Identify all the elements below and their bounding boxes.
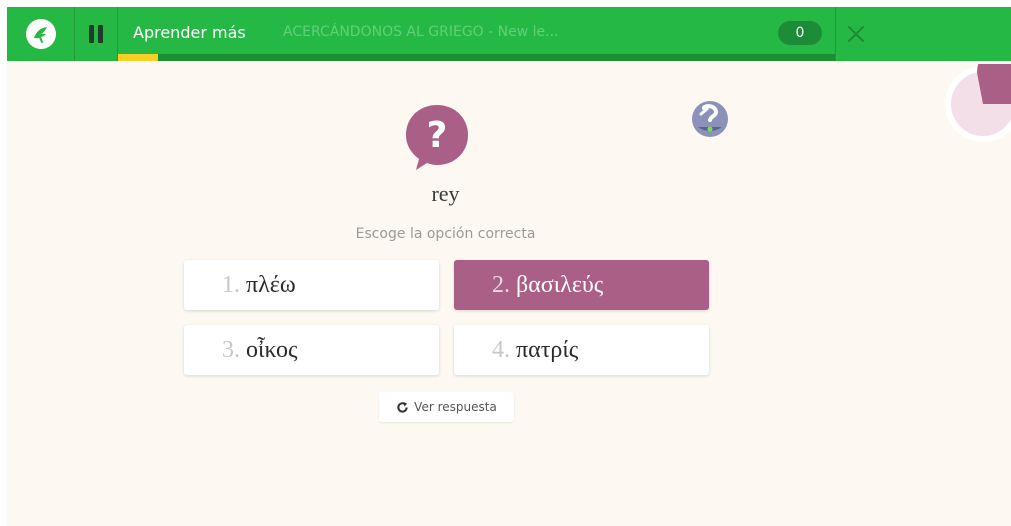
memrise-logo-icon [25, 19, 56, 49]
home-button[interactable] [7, 7, 75, 61]
score-badge: 0 [778, 21, 822, 45]
course-title: ACERCÁNDONOS AL GRIEGO - New le... [283, 24, 559, 40]
option-number: 1. [222, 271, 240, 298]
refresh-icon [397, 401, 408, 413]
prompt-word: rey [431, 181, 460, 206]
option-text: πλέω [246, 271, 296, 298]
pause-button[interactable] [75, 7, 118, 61]
progress-fill [118, 54, 159, 61]
instruction-text: Escoge la opción correcta [355, 226, 536, 242]
question-bubble-icon: ? [406, 105, 468, 170]
option-text: οἶκος [246, 336, 298, 363]
session-progress-bar [118, 54, 835, 61]
close-button[interactable] [845, 23, 867, 45]
reveal-answer-button[interactable]: Ver respuesta [379, 392, 514, 422]
timer-pie-icon [945, 64, 1011, 142]
reveal-answer-label: Ver respuesta [414, 400, 497, 414]
divider [835, 7, 836, 61]
learning-session: Aprender más ACERCÁNDONOS AL GRIEGO - Ne… [7, 7, 1011, 526]
option-text: βασιλεύς [516, 271, 604, 298]
svg-text:?: ? [427, 115, 448, 156]
close-icon [848, 26, 864, 42]
pause-icon [89, 25, 94, 43]
option-3[interactable]: 3. οἶκος [184, 325, 439, 375]
option-number: 3. [222, 336, 240, 363]
option-text: πατρίς [516, 336, 579, 363]
option-number: 2. [492, 271, 510, 298]
option-1[interactable]: 1. πλέω [184, 260, 439, 310]
option-4[interactable]: 4. πατρίς [454, 325, 709, 375]
hint-icon[interactable] [691, 100, 729, 138]
learn-more-label: Aprender más [133, 23, 246, 42]
option-2[interactable]: 2. βασιλεύς [454, 260, 709, 310]
option-number: 4. [492, 336, 510, 363]
tab-learn-more[interactable]: Aprender más [118, 7, 258, 61]
top-bar: Aprender más ACERCÁNDONOS AL GRIEGO - Ne… [7, 7, 1011, 61]
